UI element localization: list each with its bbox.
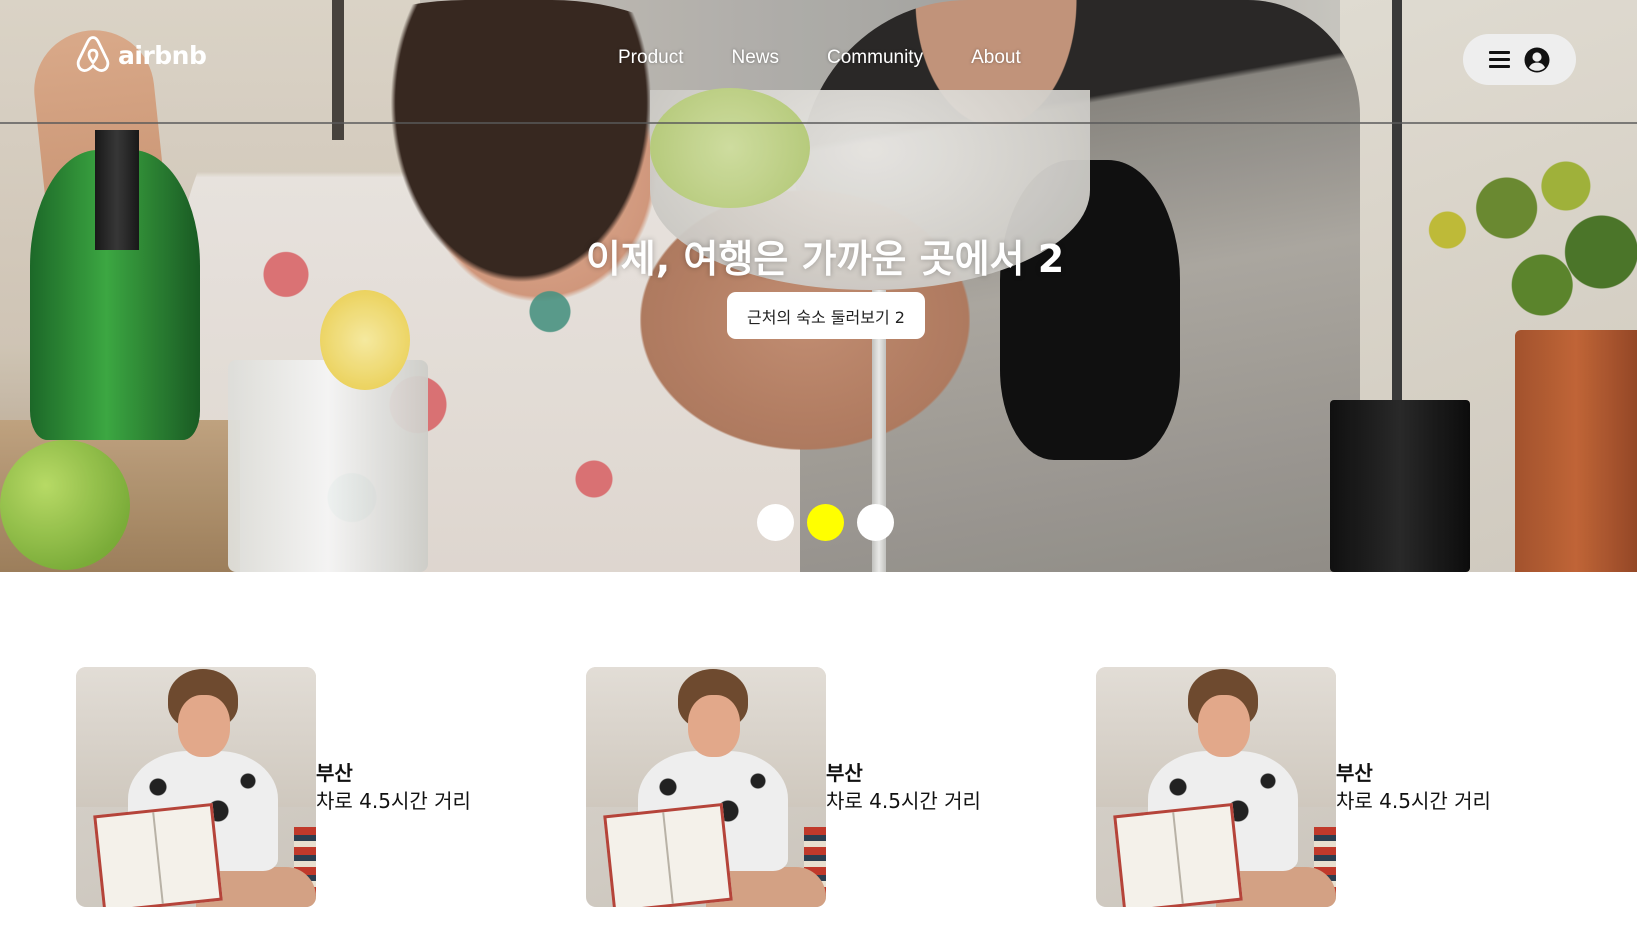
nav-product[interactable]: Product — [618, 47, 683, 69]
carousel-dot-1[interactable] — [757, 504, 794, 541]
brand-name: airbnb — [118, 40, 207, 70]
nav-news[interactable]: News — [731, 47, 779, 69]
destination-image — [1096, 667, 1336, 907]
destination-image — [76, 667, 316, 907]
carousel-indicators — [757, 504, 894, 541]
destination-info: 부산 차로 4.5시간 거리 — [316, 759, 471, 815]
nav-about[interactable]: About — [971, 47, 1021, 69]
destination-list: 부산 차로 4.5시간 거리 부산 차로 4.5시간 거리 부산 차로 4.5시… — [76, 667, 1606, 907]
header-divider — [0, 122, 1637, 124]
main-nav: Product News Community About — [618, 47, 1021, 69]
carousel-dot-2[interactable] — [807, 504, 844, 541]
nav-community[interactable]: Community — [827, 47, 923, 69]
user-menu-button[interactable] — [1463, 34, 1576, 85]
hamburger-menu-icon — [1489, 51, 1510, 68]
hero-banner: airbnb Product News Community About 이제, … — [0, 0, 1637, 572]
destination-distance: 차로 4.5시간 거리 — [826, 789, 981, 813]
destination-card[interactable]: 부산 차로 4.5시간 거리 — [586, 667, 1096, 907]
airbnb-belo-icon — [76, 36, 110, 72]
hero-title: 이제, 여행은 가까운 곳에서 2 — [585, 237, 1065, 281]
destination-info: 부산 차로 4.5시간 거리 — [1336, 759, 1491, 815]
carousel-dot-3[interactable] — [857, 504, 894, 541]
destination-distance: 차로 4.5시간 거리 — [316, 789, 471, 813]
explore-nearby-button[interactable]: 근처의 숙소 둘러보기 2 — [727, 292, 925, 339]
hero-overlay — [0, 0, 1637, 572]
destination-image — [586, 667, 826, 907]
destination-card[interactable]: 부산 차로 4.5시간 거리 — [76, 667, 586, 907]
destination-distance: 차로 4.5시간 거리 — [1336, 789, 1491, 813]
destination-city: 부산 — [316, 761, 353, 785]
destination-city: 부산 — [1336, 761, 1373, 785]
destination-card[interactable]: 부산 차로 4.5시간 거리 — [1096, 667, 1606, 907]
destination-city: 부산 — [826, 761, 863, 785]
user-circle-icon — [1524, 47, 1550, 72]
brand-logo[interactable]: airbnb — [74, 34, 207, 76]
destination-info: 부산 차로 4.5시간 거리 — [826, 759, 981, 815]
